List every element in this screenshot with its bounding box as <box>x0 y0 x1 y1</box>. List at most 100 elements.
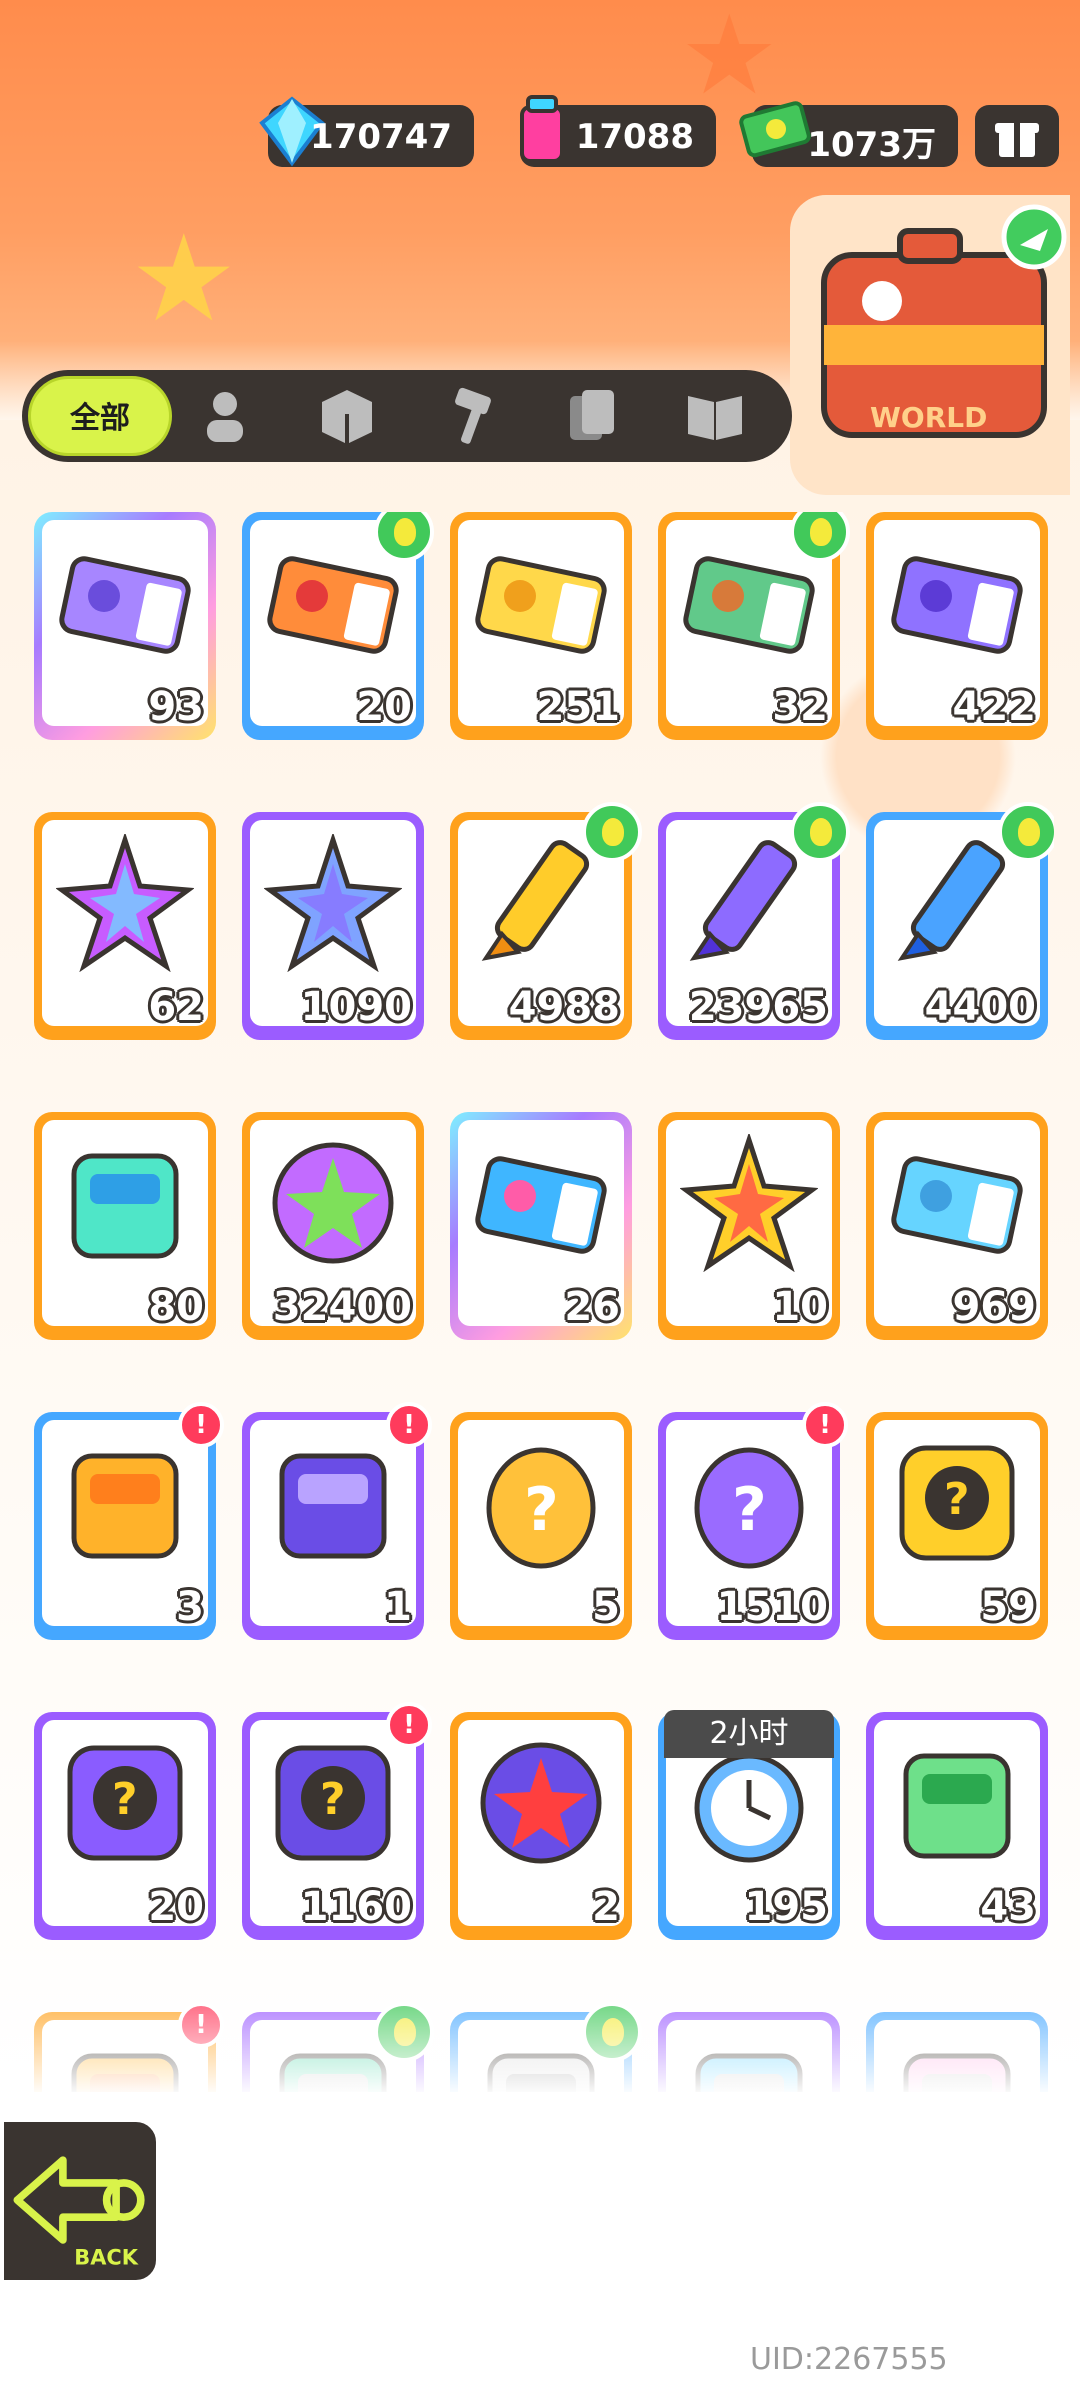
crayon-purple-icon <box>689 840 798 961</box>
book-icon[interactable] <box>680 380 750 450</box>
item-count: 32400 <box>272 1284 412 1330</box>
world-travel-card[interactable]: WORLD <box>790 195 1070 495</box>
color-cube-icon <box>71 1153 179 1259</box>
egg-purple-icon: ? <box>694 1447 804 1569</box>
inventory-item[interactable]: 32400 <box>242 1112 424 1340</box>
item-count: 43 <box>980 1884 1036 1930</box>
suitcase-icon: WORLD <box>821 204 1067 438</box>
inventory-item[interactable]: 4400 <box>866 802 1054 1040</box>
currency-diamond[interactable]: 170747 <box>259 96 474 167</box>
star-blue-icon <box>264 834 402 972</box>
tab-all[interactable]: 全部 <box>28 376 172 456</box>
item-count: 4400 <box>924 984 1036 1030</box>
person-icon[interactable] <box>190 380 260 450</box>
currency-value: 1073万 <box>807 125 936 165</box>
inventory-item[interactable]: 2 <box>450 1712 632 1940</box>
item-count: 80 <box>148 1284 204 1330</box>
item-count: 32 <box>772 684 828 730</box>
inventory-item[interactable]: ? 1510! <box>658 1402 848 1640</box>
item-count: 1 <box>384 1584 412 1630</box>
inventory-item[interactable]: 23965 <box>658 802 850 1040</box>
svg-text:?: ? <box>732 1475 767 1545</box>
user-id-label: UID:2267555 <box>750 2342 948 2377</box>
back-button[interactable]: BACK <box>0 2118 160 2284</box>
svg-text:?: ? <box>524 1475 559 1545</box>
item-count: 20 <box>356 684 412 730</box>
inventory-item[interactable]: 1! <box>242 1402 432 1640</box>
ticket-bread-icon <box>683 556 815 654</box>
inventory-item[interactable]: 969 <box>866 1112 1048 1340</box>
travel-card-icon <box>279 1453 387 1559</box>
inventory-item[interactable]: 195 2小时 <box>658 1710 840 1940</box>
cool-coin-icon <box>272 1142 394 1264</box>
inventory-item[interactable]: 20 <box>242 512 434 740</box>
inventory-item[interactable]: 4988 <box>450 802 642 1040</box>
inventory-item[interactable]: 422 <box>866 512 1048 740</box>
alert-badge-icon: ! <box>178 1402 224 1448</box>
star-rainbow-icon <box>56 834 194 972</box>
inventory-item[interactable]: 1090 <box>242 812 424 1040</box>
item-count: 195 <box>744 1884 829 1930</box>
box-icon[interactable] <box>312 380 382 450</box>
decorative-star-icon: ★ <box>130 210 238 349</box>
inventory-grid: 93 20 251 32 422 62 1090 4988 23965 4400… <box>34 512 1054 2092</box>
cool-box-icon <box>71 1453 179 1559</box>
inventory-item[interactable]: 3! <box>34 1402 224 1640</box>
alert-badge-icon: ! <box>802 1402 848 1448</box>
season-ticket-icon <box>891 1156 1023 1254</box>
inventory-item[interactable]: 62 <box>34 812 216 1040</box>
shop-button[interactable] <box>975 105 1059 167</box>
currency-value: 170747 <box>310 117 452 157</box>
item-count: 1090 <box>300 984 412 1030</box>
svg-text:?: ? <box>944 1474 970 1525</box>
gift-box-icon <box>995 123 1039 157</box>
currency-value: 17088 <box>575 117 694 157</box>
lottery-ticket-icon <box>475 1156 607 1254</box>
back-label: BACK <box>74 2246 138 2270</box>
pet-fish-icon <box>480 1742 602 1864</box>
ticket-gold-icon <box>475 556 607 654</box>
grid-fade-overlay <box>0 1970 1080 2110</box>
item-count: 969 <box>952 1284 1037 1330</box>
back-arrow-icon: BACK <box>13 2156 145 2270</box>
item-count: 3 <box>176 1584 204 1630</box>
open-cup-icon <box>903 1753 1011 1859</box>
alert-badge-icon: ! <box>386 1402 432 1448</box>
currency-cash[interactable]: 1073万 <box>739 101 958 167</box>
inventory-item[interactable]: ? 1160! <box>242 1702 432 1940</box>
inventory-item[interactable]: 10 <box>658 1112 840 1340</box>
alert-badge-icon: ! <box>386 1702 432 1748</box>
travel-mystery-icon: ? <box>275 1745 391 1861</box>
item-count: 2 <box>592 1884 620 1930</box>
inventory-item[interactable]: 80 <box>34 1112 216 1340</box>
item-timer: 2小时 <box>664 1710 834 1758</box>
star-badge-icon <box>680 1134 818 1272</box>
inventory-item[interactable]: ? 20 <box>34 1712 216 1940</box>
inventory-item[interactable]: ? 5 <box>450 1412 632 1640</box>
svg-text:?: ? <box>112 1774 138 1825</box>
item-count: 59 <box>980 1584 1036 1630</box>
crayon-yellow-icon <box>481 840 590 961</box>
inventory-item[interactable]: 26 <box>450 1112 632 1340</box>
item-count: 1160 <box>300 1884 412 1930</box>
item-count: 4988 <box>508 984 620 1030</box>
new-chick-badge-icon <box>582 802 642 862</box>
item-count: 20 <box>148 1884 204 1930</box>
item-count: 422 <box>952 684 1037 730</box>
deity-gold-icon: ? <box>899 1445 1015 1561</box>
inventory-item[interactable]: ? 59 <box>866 1412 1048 1640</box>
cards-icon[interactable] <box>558 380 628 450</box>
item-count: 5 <box>592 1584 620 1630</box>
egg-orange-icon: ? <box>486 1447 596 1569</box>
item-count: 10 <box>772 1284 828 1330</box>
inventory-item[interactable]: 251 <box>450 512 632 740</box>
new-chick-badge-icon <box>998 802 1054 862</box>
inventory-item[interactable]: 32 <box>658 512 850 740</box>
hammer-icon[interactable] <box>436 380 506 450</box>
inventory-item[interactable]: 93 <box>34 512 216 740</box>
crayon-blue-icon <box>897 840 1006 961</box>
currency-paint[interactable]: 17088 <box>520 95 716 167</box>
item-count: 93 <box>148 684 204 730</box>
ticket-violet-icon <box>891 556 1023 654</box>
inventory-item[interactable]: 43 <box>866 1712 1048 1940</box>
